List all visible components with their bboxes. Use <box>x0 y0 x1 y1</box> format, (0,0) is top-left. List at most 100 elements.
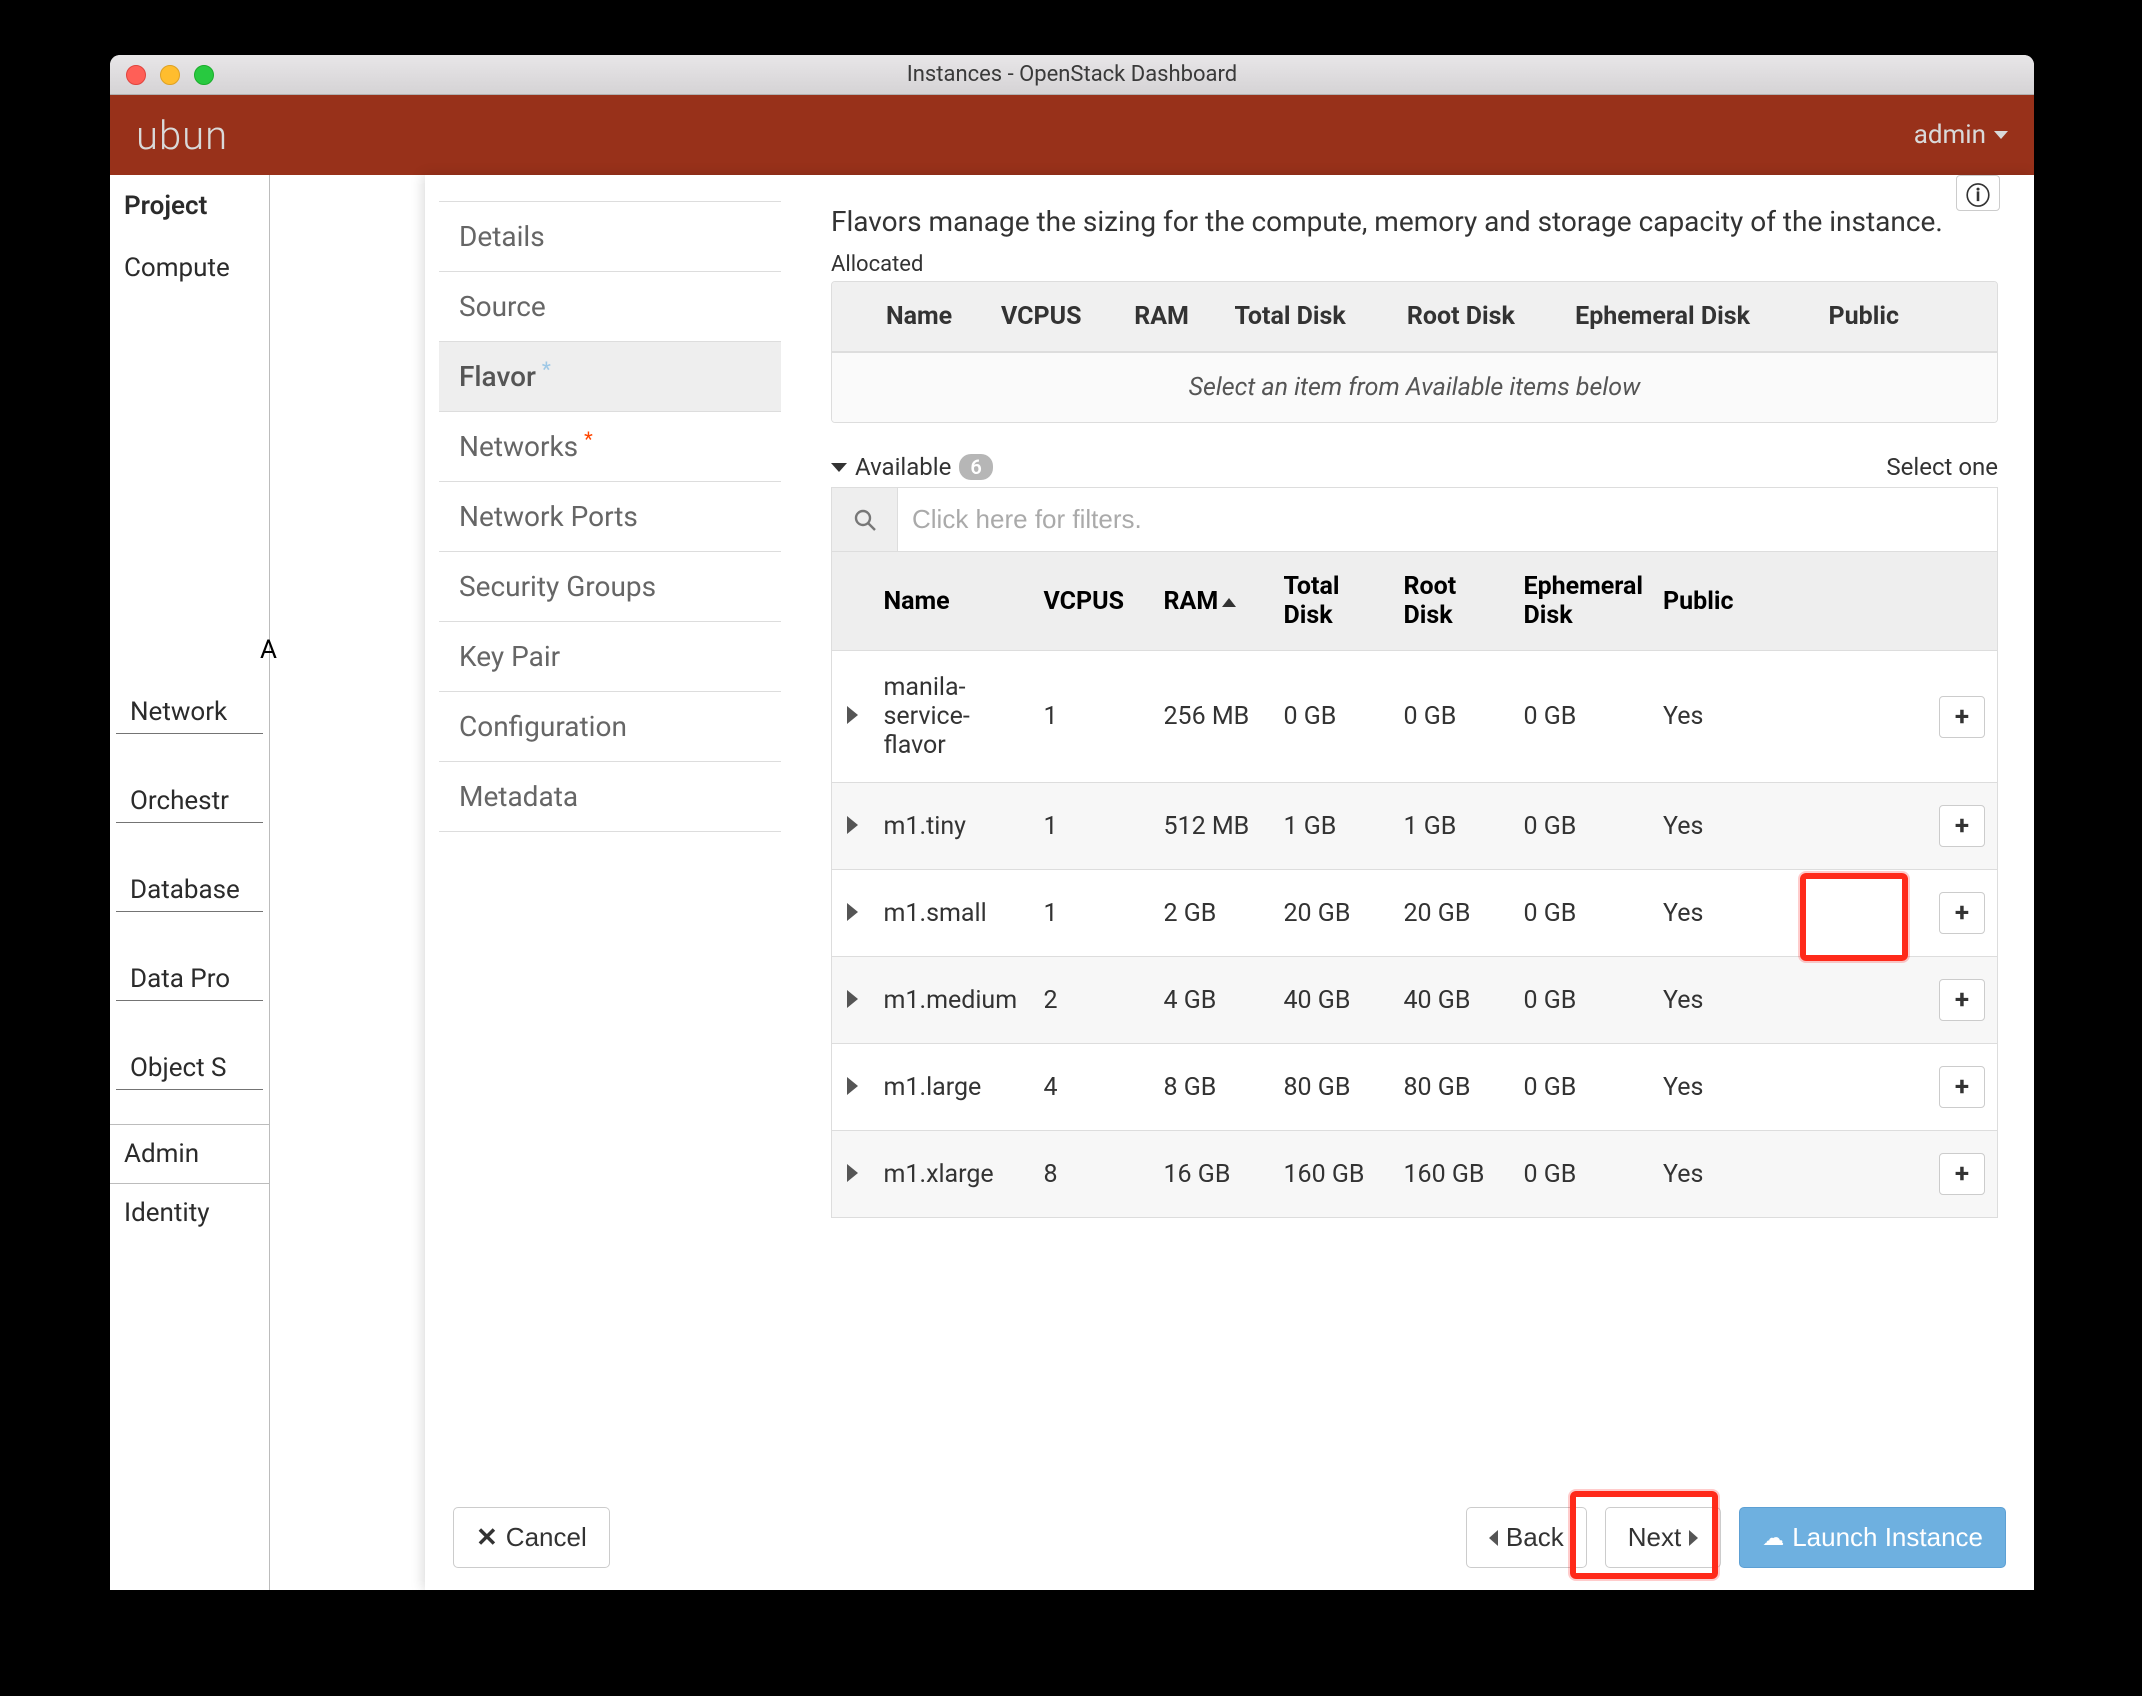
chevron-right-icon[interactable] <box>847 903 858 921</box>
tab-key-pair[interactable]: Key Pair <box>439 621 781 691</box>
chevron-right-icon[interactable] <box>847 1164 858 1182</box>
available-table: Name VCPUS RAM Total Disk Root Disk Ephe… <box>831 551 1998 1218</box>
nav-compute[interactable]: Compute <box>110 237 269 299</box>
tab-source[interactable]: Source <box>439 271 781 341</box>
modal-tabs: Details Source Flavor * Networks * Netwo… <box>425 175 795 1590</box>
add-flavor-button[interactable]: + <box>1939 696 1985 738</box>
th-public[interactable]: Public <box>1653 552 1929 651</box>
table-row: m1.large 4 8 GB 80 GB 80 GB 0 GB Yes + <box>832 1044 1998 1131</box>
th-ephemeral-disk[interactable]: Ephemeral Disk <box>1563 282 1816 352</box>
th-public[interactable]: Public <box>1817 282 1937 352</box>
flavor-ephemeral-disk: 0 GB <box>1514 651 1654 783</box>
flavor-public: Yes <box>1653 1131 1929 1218</box>
th-total-disk[interactable]: Total Disk <box>1223 282 1395 352</box>
cancel-button[interactable]: ✕ Cancel <box>453 1507 610 1568</box>
filter-input[interactable] <box>898 488 1997 551</box>
nav-admin[interactable]: Admin <box>110 1124 269 1183</box>
required-asterisk-icon: * <box>542 357 551 381</box>
th-vcpus[interactable]: VCPUS <box>989 282 1122 352</box>
th-ram-label: RAM <box>1164 587 1219 616</box>
flavor-description: Flavors manage the sizing for the comput… <box>831 205 1998 238</box>
add-flavor-button[interactable]: + <box>1939 1066 1985 1108</box>
nav-identity[interactable]: Identity <box>110 1183 269 1242</box>
chevron-right-icon[interactable] <box>847 1077 858 1095</box>
info-icon[interactable]: ⓘ <box>1956 175 2000 211</box>
flavor-vcpus: 8 <box>1034 1131 1154 1218</box>
nav-project[interactable]: Project <box>110 175 269 237</box>
flavor-vcpus: 1 <box>1034 651 1154 783</box>
flavor-public: Yes <box>1653 1044 1929 1131</box>
flavor-ram: 256 MB <box>1154 651 1274 783</box>
flavor-total-disk: 40 GB <box>1274 957 1394 1044</box>
launch-instance-modal: Details Source Flavor * Networks * Netwo… <box>425 175 2034 1590</box>
nav-orchestration[interactable]: Orchestr <box>116 768 263 823</box>
next-label: Next <box>1628 1522 1681 1553</box>
table-row: m1.xlarge 8 16 GB 160 GB 160 GB 0 GB Yes… <box>832 1131 1998 1218</box>
table-row: m1.medium 2 4 GB 40 GB 40 GB 0 GB Yes + <box>832 957 1998 1044</box>
flavor-public: Yes <box>1653 783 1929 870</box>
flavor-ephemeral-disk: 0 GB <box>1514 783 1654 870</box>
tab-details[interactable]: Details <box>439 201 781 271</box>
th-name[interactable]: Name <box>874 552 1034 651</box>
tab-network-ports[interactable]: Network Ports <box>439 481 781 551</box>
modal-footer: ✕ Cancel Back Next <box>425 1485 2034 1590</box>
user-menu[interactable]: admin <box>1914 120 2008 150</box>
flavor-root-disk: 1 GB <box>1394 783 1514 870</box>
next-button[interactable]: Next <box>1605 1507 1721 1568</box>
nav-object-store[interactable]: Object S <box>116 1035 263 1090</box>
flavor-total-disk: 1 GB <box>1274 783 1394 870</box>
available-toggle[interactable]: Available 6 <box>831 453 993 481</box>
chevron-left-icon <box>1489 1530 1498 1546</box>
tab-security-groups[interactable]: Security Groups <box>439 551 781 621</box>
add-flavor-button[interactable]: + <box>1939 1153 1985 1195</box>
window-title: Instances - OpenStack Dashboard <box>110 62 2034 87</box>
nav-database[interactable]: Database <box>116 857 263 912</box>
flavor-vcpus: 2 <box>1034 957 1154 1044</box>
allocated-table: Name VCPUS RAM Total Disk Root Disk Ephe… <box>831 281 1998 423</box>
chevron-right-icon[interactable] <box>847 706 858 724</box>
th-name[interactable]: Name <box>874 282 989 352</box>
search-icon[interactable] <box>832 488 898 551</box>
th-root-disk[interactable]: Root Disk <box>1394 552 1514 651</box>
tab-configuration[interactable]: Configuration <box>439 691 781 761</box>
chevron-right-icon[interactable] <box>847 990 858 1008</box>
nav-data-processing[interactable]: Data Pro <box>116 946 263 1001</box>
tab-metadata[interactable]: Metadata <box>439 761 781 832</box>
brand-bar: ubun admin <box>110 95 2034 175</box>
flavor-ephemeral-disk: 0 GB <box>1514 1131 1654 1218</box>
th-vcpus[interactable]: VCPUS <box>1034 552 1154 651</box>
user-menu-label: admin <box>1914 120 1986 150</box>
select-one-label: Select one <box>1886 453 1998 481</box>
nav-network[interactable]: Network <box>116 679 263 734</box>
tab-flavor-label: Flavor <box>459 360 536 393</box>
cloud-icon: ☁ <box>1762 1525 1784 1551</box>
tab-networks[interactable]: Networks * <box>439 411 781 481</box>
chevron-right-icon[interactable] <box>847 816 858 834</box>
back-button[interactable]: Back <box>1466 1507 1587 1568</box>
add-flavor-button[interactable]: + <box>1939 805 1985 847</box>
th-ephemeral-disk[interactable]: Ephemeral Disk <box>1514 552 1654 651</box>
flavor-public: Yes <box>1653 957 1929 1044</box>
flavor-vcpus: 1 <box>1034 870 1154 957</box>
bg-td-a: A <box>260 635 277 665</box>
add-flavor-button[interactable]: + <box>1939 979 1985 1021</box>
th-root-disk[interactable]: Root Disk <box>1395 282 1563 352</box>
th-total-disk[interactable]: Total Disk <box>1274 552 1394 651</box>
chevron-down-icon <box>1994 131 2008 139</box>
launch-instance-button[interactable]: ☁ Launch Instance <box>1739 1507 2006 1568</box>
flavor-name: m1.large <box>874 1044 1034 1131</box>
add-flavor-button[interactable]: + <box>1939 892 1985 934</box>
flavor-public: Yes <box>1653 870 1929 957</box>
th-ram[interactable]: RAM <box>1122 282 1222 352</box>
th-ram[interactable]: RAM <box>1154 552 1274 651</box>
flavor-ram: 16 GB <box>1154 1131 1274 1218</box>
flavor-ephemeral-disk: 0 GB <box>1514 1044 1654 1131</box>
sort-ascending-icon <box>1222 598 1236 607</box>
flavor-name: m1.tiny <box>874 783 1034 870</box>
flavor-total-disk: 80 GB <box>1274 1044 1394 1131</box>
allocated-empty-message: Select an item from Available items belo… <box>832 352 1997 422</box>
close-icon: ✕ <box>476 1522 498 1553</box>
chevron-down-icon <box>831 463 847 472</box>
flavor-ram: 2 GB <box>1154 870 1274 957</box>
tab-flavor[interactable]: Flavor * <box>439 341 781 411</box>
